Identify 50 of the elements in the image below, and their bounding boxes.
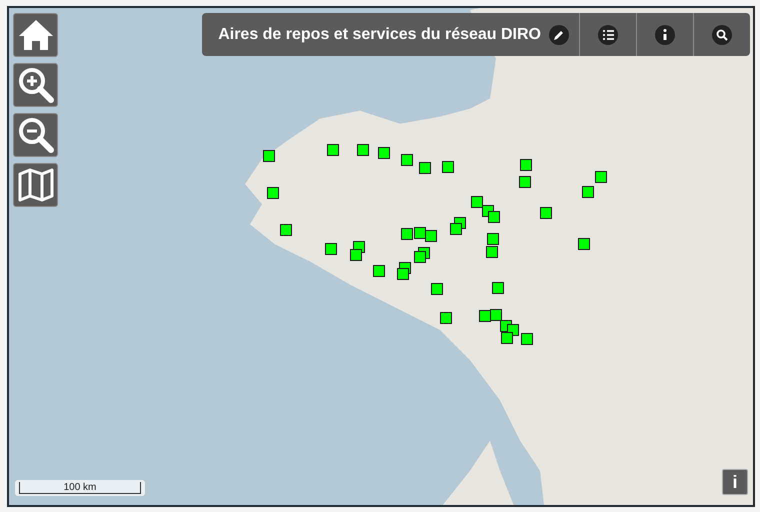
map-marker[interactable]	[442, 161, 454, 173]
map-marker[interactable]	[479, 310, 491, 322]
map-marker[interactable]	[501, 332, 513, 344]
map-marker[interactable]	[582, 186, 594, 198]
map-marker[interactable]	[540, 207, 552, 219]
list-icon	[598, 24, 618, 44]
pencil-icon	[549, 24, 569, 44]
map-marker[interactable]	[492, 282, 504, 294]
map-marker[interactable]	[490, 309, 502, 321]
attribution-button[interactable]: i	[722, 469, 748, 495]
map-marker[interactable]	[401, 228, 413, 240]
home-button[interactable]	[13, 13, 58, 57]
map-marker[interactable]	[280, 224, 292, 236]
zoom-in-icon	[16, 66, 54, 104]
map-marker[interactable]	[440, 312, 452, 324]
map-marker[interactable]	[414, 227, 426, 239]
zoom-out-icon	[16, 116, 54, 154]
map-marker[interactable]	[471, 196, 483, 208]
map-marker[interactable]	[521, 333, 533, 345]
map-marker[interactable]	[378, 147, 390, 159]
map-marker[interactable]	[595, 171, 607, 183]
map-marker[interactable]	[327, 144, 339, 156]
map-button[interactable]	[13, 163, 58, 207]
map-title: Aires de repos et services du réseau DIRO	[218, 26, 541, 44]
map-marker[interactable]	[486, 246, 498, 258]
zoom-out-button[interactable]	[13, 113, 58, 157]
map-marker[interactable]	[373, 265, 385, 277]
map-marker[interactable]	[419, 162, 431, 174]
zoom-in-button[interactable]	[13, 63, 58, 107]
map-marker[interactable]	[397, 268, 409, 280]
scale-bar: 100 km	[15, 480, 145, 496]
home-icon	[16, 17, 54, 53]
map-marker[interactable]	[414, 251, 426, 263]
map-marker[interactable]	[325, 243, 337, 255]
info-icon	[655, 24, 675, 44]
map-marker[interactable]	[350, 249, 362, 261]
map-marker[interactable]	[357, 144, 369, 156]
map-icon	[16, 167, 54, 203]
map-marker[interactable]	[488, 211, 500, 223]
map-marker[interactable]	[267, 187, 279, 199]
map-marker[interactable]	[520, 159, 532, 171]
map-marker[interactable]	[450, 223, 462, 235]
map-marker[interactable]	[519, 176, 531, 188]
search-icon	[712, 24, 732, 44]
map-marker[interactable]	[263, 150, 275, 162]
map-marker[interactable]	[425, 230, 437, 242]
map-marker[interactable]	[431, 283, 443, 295]
map-marker[interactable]	[401, 154, 413, 166]
map-marker[interactable]	[487, 233, 499, 245]
map-marker[interactable]	[578, 238, 590, 250]
